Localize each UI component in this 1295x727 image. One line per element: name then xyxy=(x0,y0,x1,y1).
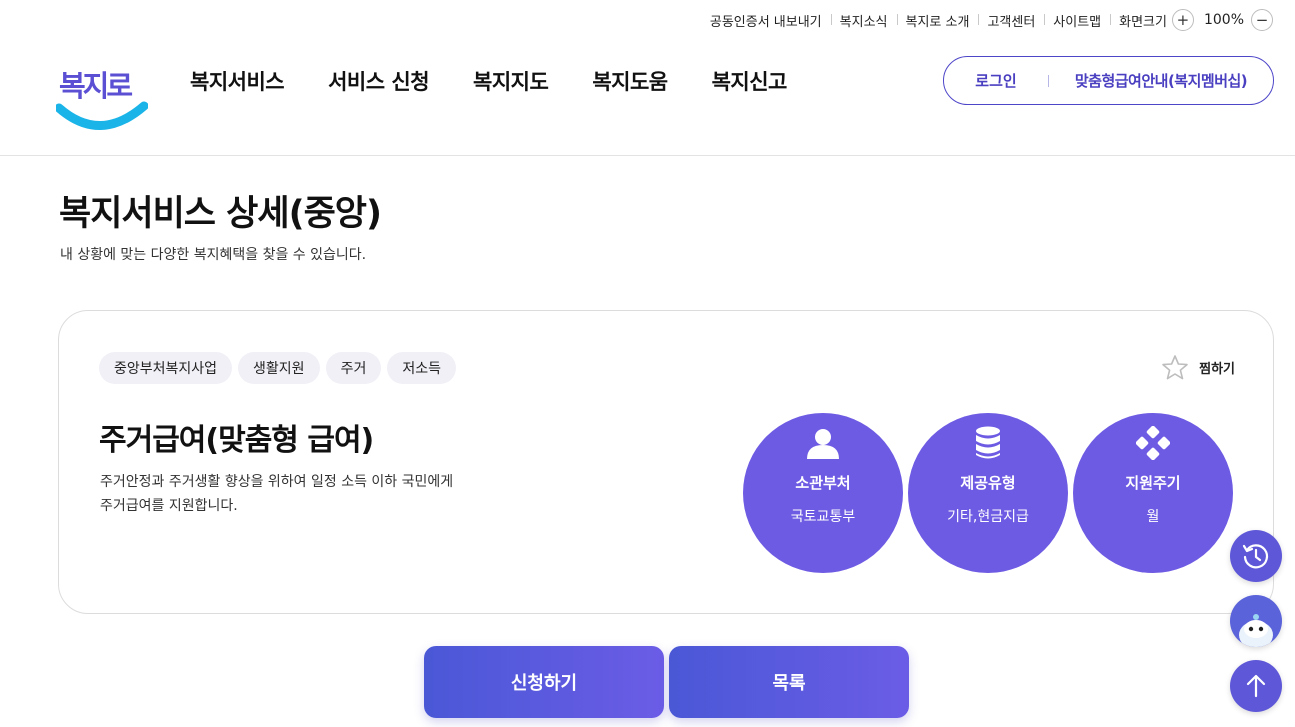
database-icon xyxy=(975,426,1001,460)
page-subtitle: 내 상황에 맞는 다양한 복지혜택을 찾을 수 있습니다. xyxy=(60,247,367,263)
header-divider xyxy=(0,155,1295,156)
star-icon xyxy=(1162,355,1188,380)
auth-box: 로그인 맞춤형급여안내(복지멤버십) xyxy=(943,56,1274,105)
tag-central-ministry: 중앙부처복지사업 xyxy=(99,352,233,384)
person-icon xyxy=(806,426,840,460)
info-provision-type-value: 기타,현금지급 xyxy=(947,509,1029,525)
info-department: 소관부처 국토교통부 xyxy=(743,413,903,573)
tag-low-income: 저소득 xyxy=(387,352,456,384)
favorite-label: 찜하기 xyxy=(1199,362,1235,377)
service-title: 주거급여(맞춤형 급여) xyxy=(99,423,374,458)
logo-image: 복지로 xyxy=(54,69,149,130)
nav-welfare-service[interactable]: 복지서비스 xyxy=(190,66,285,96)
zoom-out-button[interactable]: − xyxy=(1251,9,1273,31)
main-navigation: 복지서비스 서비스 신청 복지지도 복지도움 복지신고 xyxy=(190,66,831,96)
info-provision-type: 제공유형 기타,현금지급 xyxy=(908,413,1068,573)
cycle-icon xyxy=(1136,426,1170,460)
nav-welfare-report[interactable]: 복지신고 xyxy=(712,66,788,96)
info-department-label: 소관부처 xyxy=(795,474,851,492)
tag-housing: 주거 xyxy=(325,352,382,384)
tag-living-support: 생활지원 xyxy=(238,352,320,384)
history-icon xyxy=(1242,544,1269,569)
zoom-value: 100% xyxy=(1203,12,1244,28)
nav-welfare-help[interactable]: 복지도움 xyxy=(592,66,668,96)
chatbot-button[interactable] xyxy=(1230,595,1282,647)
site-logo[interactable]: 복지로 xyxy=(54,52,149,134)
utility-bar: 공동인증서 내보내기 복지소식 복지로 소개 고객센터 사이트맵 화면크기 + … xyxy=(701,8,1273,32)
favorite-button[interactable]: 찜하기 xyxy=(1161,354,1235,381)
login-link[interactable]: 로그인 xyxy=(944,70,1048,91)
util-link-customer-center[interactable]: 고객센터 xyxy=(978,11,1044,30)
service-description: 주거안정과 주거생활 향상을 위하여 일정 소득 이하 국민에게 주거급여를 지… xyxy=(100,474,454,514)
zoom-in-button[interactable]: + xyxy=(1171,9,1194,31)
util-link-news[interactable]: 복지소식 xyxy=(830,11,897,30)
page-title: 복지서비스 상세(중앙) xyxy=(59,194,382,234)
info-department-value: 국토교통부 xyxy=(790,509,856,525)
nav-welfare-map[interactable]: 복지지도 xyxy=(473,66,549,96)
tag-list: 중앙부처복지사업 생활지원 주거 저소득 xyxy=(99,352,462,384)
service-info-circles: 소관부처 국토교통부 제공유형 기타,현금지급 지원주기 월 xyxy=(743,413,1238,573)
info-support-cycle-label: 지원주기 xyxy=(1125,474,1181,492)
info-support-cycle: 지원주기 월 xyxy=(1073,413,1233,573)
zoom-label: 화면크기 xyxy=(1110,11,1172,30)
service-detail-card: 중앙부처복지사업 생활지원 주거 저소득 찜하기 주거급여(맞춤형 급여) 주거… xyxy=(58,310,1274,614)
svg-text:복지로: 복지로 xyxy=(59,69,132,103)
list-button[interactable]: 목록 xyxy=(669,646,909,718)
scroll-top-button[interactable] xyxy=(1230,660,1282,712)
info-provision-type-label: 제공유형 xyxy=(960,474,1016,492)
util-link-sitemap[interactable]: 사이트맵 xyxy=(1044,11,1110,30)
util-link-cert-export[interactable]: 공동인증서 내보내기 xyxy=(701,11,831,30)
arrow-up-icon xyxy=(1246,674,1266,698)
membership-link[interactable]: 맞춤형급여안내(복지멤버십) xyxy=(1049,70,1273,91)
nav-service-apply[interactable]: 서비스 신청 xyxy=(328,66,429,96)
apply-button[interactable]: 신청하기 xyxy=(424,646,664,718)
info-support-cycle-value: 월 xyxy=(1146,509,1160,525)
util-link-about[interactable]: 복지로 소개 xyxy=(896,11,979,30)
recent-history-button[interactable] xyxy=(1230,530,1282,582)
chatbot-mascot-icon xyxy=(1239,614,1273,647)
